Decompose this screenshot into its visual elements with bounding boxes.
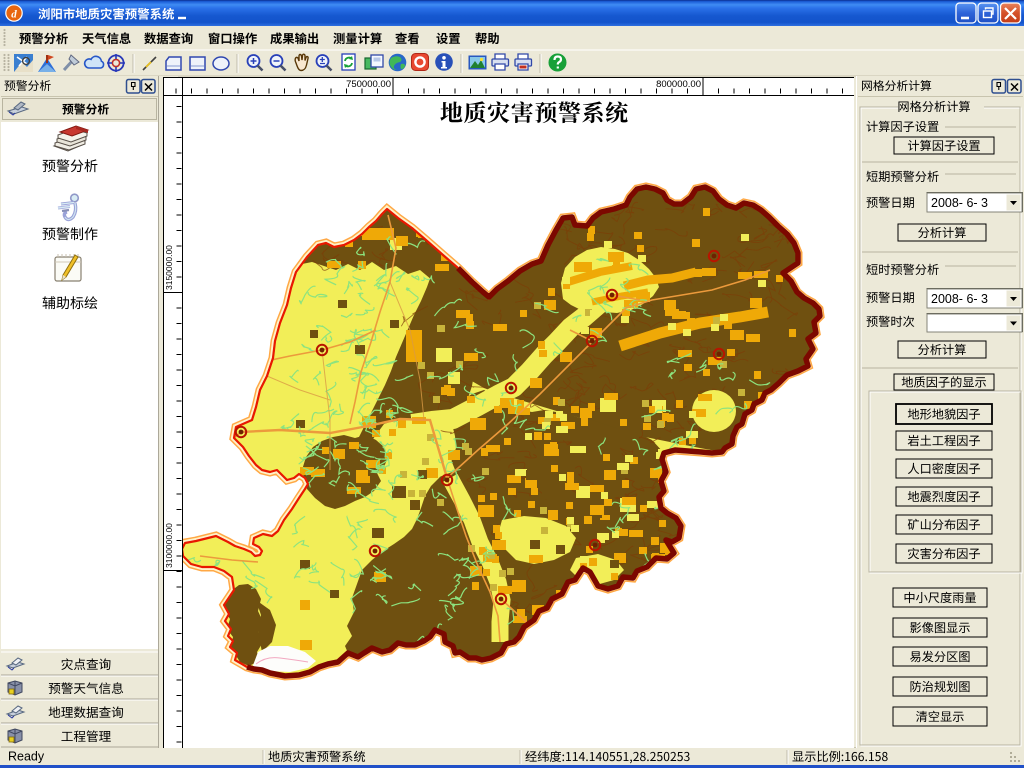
svg-text:3150000.00: 3150000.00 bbox=[164, 245, 174, 290]
svg-text:2008- 6- 3: 2008- 6- 3 bbox=[931, 292, 988, 306]
svg-text:800000.00: 800000.00 bbox=[656, 79, 701, 90]
svg-text:3100000.00: 3100000.00 bbox=[164, 523, 174, 568]
svg-text:Ready: Ready bbox=[8, 750, 45, 764]
svg-text:750000.00: 750000.00 bbox=[346, 79, 391, 90]
svg-text:2008- 6- 3: 2008- 6- 3 bbox=[931, 196, 988, 210]
svg-text:d: d bbox=[11, 9, 17, 21]
